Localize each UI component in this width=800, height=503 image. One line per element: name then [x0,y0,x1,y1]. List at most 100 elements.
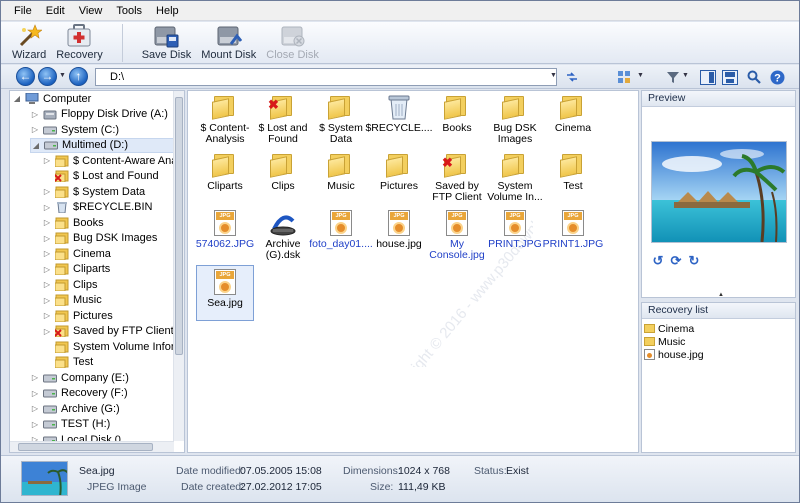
tree-item[interactable]: ▷ Cliparts [42,262,110,277]
expand-arrow-icon[interactable]: ▷ [42,187,52,196]
recovery-list-item[interactable]: house.jpg [644,348,704,361]
collapse-arrow-icon[interactable]: ◢ [12,94,22,103]
save-disk-button[interactable]: Save Disk [137,22,197,61]
expand-arrow-icon[interactable]: ▷ [42,203,52,212]
file-item[interactable]: $ System Data [312,91,370,147]
history-dropdown-icon[interactable]: ▼ [59,72,66,79]
expand-arrow-icon[interactable]: ▷ [30,110,40,119]
expand-arrow-icon[interactable]: ▷ [30,420,40,429]
tree-item[interactable]: ▷ Company (E:) [30,370,129,385]
expand-arrow-icon[interactable]: ▷ [42,234,52,243]
mount-disk-button[interactable]: Mount Disk [196,22,261,61]
close-disk-button[interactable]: Close Disk [261,22,324,61]
file-item[interactable]: Pictures [370,149,428,205]
tree-item[interactable]: Test [42,355,93,370]
view-mode-icon[interactable] [616,68,634,86]
expand-arrow-icon[interactable]: ▷ [42,280,52,289]
tree-item[interactable]: ▷ Archive (G:) [30,401,120,416]
back-button[interactable]: ← [16,67,35,86]
menu-view[interactable]: View [72,2,110,20]
recovery-list-item[interactable]: Music [644,335,685,348]
file-item[interactable]: $RECYCLE.... [365,91,433,147]
tree-item[interactable]: ▷ $ Content-Aware Analysi [42,153,184,168]
recovery-list-item[interactable]: Cinema [644,322,694,335]
file-item[interactable]: JPG PRINT.JPG [486,207,544,263]
tree-item[interactable]: ▷ $ System Data [42,184,145,199]
file-item[interactable]: Cliparts [196,149,254,205]
file-item[interactable]: $ Content-Analysis [196,91,254,147]
help-icon[interactable]: ? [768,68,786,86]
preview-panel-toggle-icon[interactable] [699,68,717,86]
expand-arrow-icon[interactable]: ▷ [42,265,52,274]
file-item[interactable]: JPG PRINT1.JPG [543,207,603,263]
tree-item[interactable]: ▷ Pictures [42,308,113,323]
file-item[interactable]: Test [544,149,602,205]
search-icon[interactable] [745,68,763,86]
tree-item[interactable]: ◢ Computer [12,91,91,106]
filter-dropdown-icon[interactable]: ▼ [682,72,689,79]
expand-arrow-icon[interactable]: ▷ [42,311,52,320]
refresh-preview-icon[interactable]: ⟳ [669,254,683,268]
file-item[interactable]: JPG 574062.JPG [196,207,254,263]
recovery-button[interactable]: Recovery [51,22,107,61]
tree-item[interactable]: ▷ System (C:) [30,122,119,137]
expand-arrow-icon[interactable]: ▷ [30,373,40,382]
menu-file[interactable]: File [7,2,39,20]
save-panel-toggle-icon[interactable] [721,68,739,86]
expand-arrow-icon[interactable]: ▷ [42,296,52,305]
file-item[interactable]: JPG My Console.jpg [428,207,486,263]
file-item[interactable]: Clips [254,149,312,205]
expand-arrow-icon[interactable]: ▷ [42,249,52,258]
tree-item[interactable]: ▷ Cinema [42,246,111,261]
filter-icon[interactable] [664,68,682,86]
tree-item[interactable]: ◢ Multimed (D:) [30,137,176,153]
tree-item[interactable]: ▷ Recovery (F:) [30,386,128,401]
file-item[interactable]: JPG house.jpg [370,207,428,263]
tree-vertical-scrollbar[interactable] [173,91,184,441]
file-item[interactable]: System Volume In... [486,149,544,205]
wizard-button[interactable]: Wizard [7,22,51,61]
file-item[interactable]: Bug DSK Images [486,91,544,147]
splitter-arrow-icon[interactable]: ▲ [718,292,724,298]
tree-item[interactable]: ▷ TEST (H:) [30,417,110,432]
up-button[interactable]: ↑ [69,67,88,86]
tree-item[interactable]: ▷ $RECYCLE.BIN [42,200,152,215]
scrollbar-thumb[interactable] [175,97,183,355]
expand-arrow-icon[interactable]: ▷ [30,404,40,413]
expand-arrow-icon[interactable]: ▷ [42,156,52,165]
file-item[interactable]: Books [428,91,486,147]
path-dropdown-icon[interactable]: ▼ [550,72,557,79]
collapse-arrow-icon[interactable]: ◢ [31,141,41,150]
scrollbar-thumb[interactable] [18,443,153,451]
tree-item[interactable]: ▷ Music [42,293,102,308]
file-item[interactable]: JPG Sea.jpg [196,265,254,321]
file-item[interactable]: ✖ Saved by FTP Client [428,149,486,205]
refresh-icon[interactable] [563,68,581,86]
view-mode-dropdown-icon[interactable]: ▼ [637,72,644,79]
file-item[interactable]: JPG foto_day01.... [309,207,373,263]
tree-item-label: Clips [73,278,98,291]
file-item[interactable]: Cinema [544,91,602,147]
menu-help[interactable]: Help [149,2,186,20]
forward-button[interactable]: → [38,67,57,86]
menu-edit[interactable]: Edit [39,2,72,20]
expand-arrow-icon[interactable]: ▷ [42,327,52,336]
rotate-right-icon[interactable]: ↻ [687,254,701,268]
expand-arrow-icon[interactable]: ▷ [42,218,52,227]
tree-item[interactable]: ▷ Saved by FTP Client [42,324,174,339]
rotate-left-icon[interactable]: ↺ [651,254,665,268]
expand-arrow-icon[interactable]: ▷ [30,389,40,398]
expand-arrow-icon[interactable]: ▷ [30,125,40,134]
menu-tools[interactable]: Tools [109,2,149,20]
file-item[interactable]: Music [312,149,370,205]
tree-item[interactable]: $ Lost and Found [42,169,159,184]
file-item[interactable]: ✖ $ Lost and Found [254,91,312,147]
tree-horizontal-scrollbar[interactable] [10,441,174,452]
tree-item[interactable]: ▷ Bug DSK Images [42,231,157,246]
file-item[interactable]: Archive (G).dsk [254,207,312,263]
tree-item[interactable]: ▷ Books [42,215,104,230]
tree-item[interactable]: ▷ Floppy Disk Drive (A:) [30,107,168,122]
path-input[interactable] [95,68,557,86]
tree-item[interactable]: ▷ Clips [42,277,97,292]
tree-item[interactable]: System Volume Informat [42,339,184,354]
